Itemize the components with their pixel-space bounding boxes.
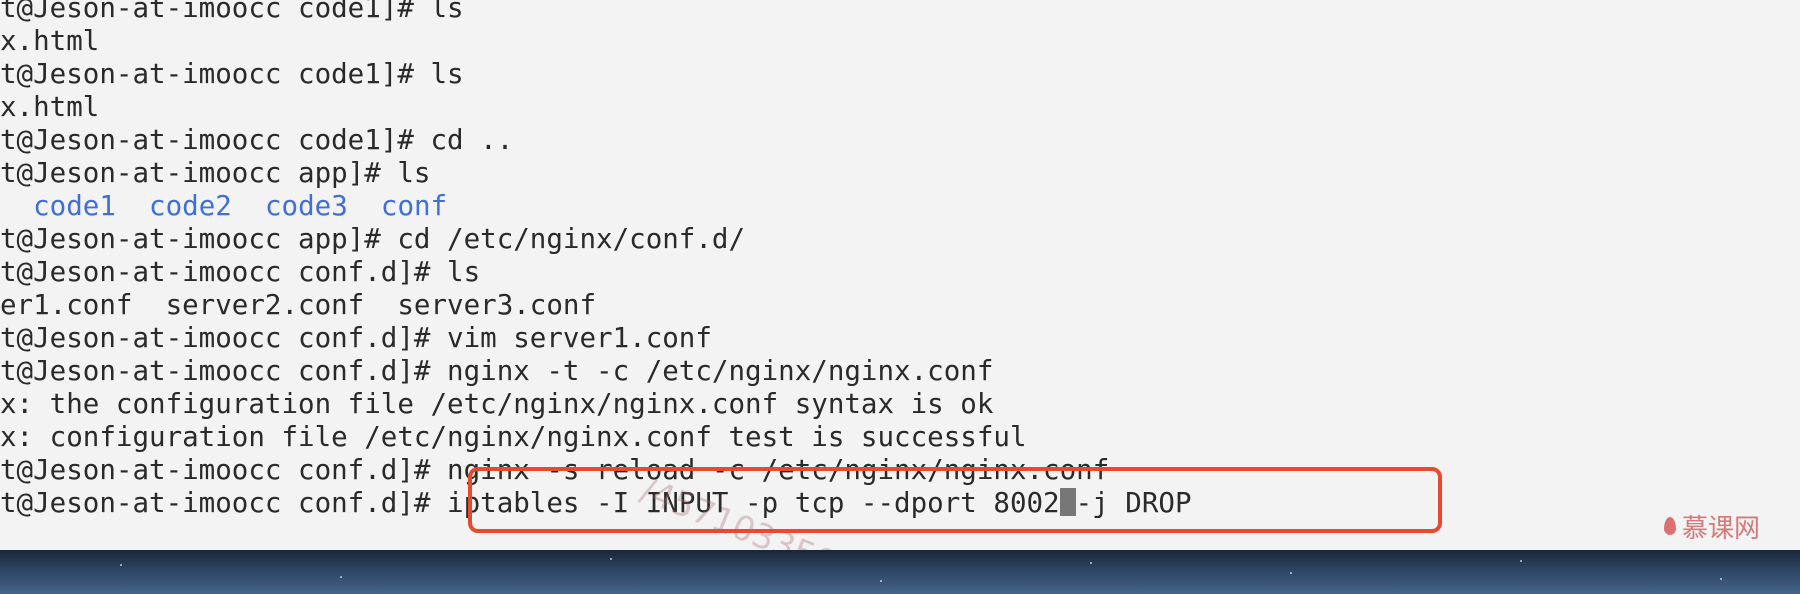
star-dot [120, 564, 122, 566]
terminal-line: t@Jeson-at-imoocc conf.d]# ls [0, 256, 481, 288]
dir-code1: code1 [33, 190, 116, 222]
terminal-line: x: the configuration file /etc/nginx/ngi… [0, 388, 994, 420]
star-dot [1520, 560, 1522, 562]
star-dot [880, 580, 882, 582]
star-dot [610, 558, 612, 560]
command-prompt: t@Jeson-at-imoocc conf.d]# [0, 487, 431, 519]
star-dot [1090, 562, 1092, 564]
dir-conf: conf [380, 190, 448, 222]
flame-icon [1662, 515, 1678, 539]
desktop-background [0, 550, 1800, 594]
terminal-line: t@Jeson-at-imoocc conf.d]# nginx -t -c /… [0, 355, 994, 387]
terminal-line: t@Jeson-at-imoocc app]# ls [0, 157, 431, 189]
brand-logo: 慕课网 [1662, 508, 1760, 545]
terminal-line: t@Jeson-at-imoocc code1]# ls [0, 58, 464, 90]
command-highlight-box [468, 467, 1442, 533]
dir-code3: code3 [264, 190, 348, 222]
star-dot [1290, 572, 1292, 574]
terminal-line: t@Jeson-at-imoocc conf.d]# vim server1.c… [0, 322, 712, 354]
terminal-line: x: configuration file /etc/nginx/nginx.c… [0, 421, 1027, 453]
terminal-output: t@Jeson-at-imoocc code1]# ls x.html t@Je… [0, 0, 1192, 520]
directory-listing: code1 code2 code3 conf [0, 190, 1192, 223]
terminal-line: t@Jeson-at-imoocc code1]# ls [0, 0, 464, 24]
terminal-line: x.html [0, 25, 100, 57]
terminal-line: x.html [0, 91, 100, 123]
star-dot [1720, 578, 1722, 580]
logo-text: 慕课网 [1682, 514, 1761, 544]
dir-code2: code2 [149, 190, 232, 222]
listing-indent [0, 190, 33, 222]
terminal-line: t@Jeson-at-imoocc code1]# cd .. [0, 124, 514, 156]
star-dot [340, 576, 342, 578]
terminal-line: er1.conf server2.conf server3.conf [0, 289, 597, 321]
terminal-window[interactable]: t@Jeson-at-imoocc code1]# ls x.html t@Je… [0, 0, 1800, 550]
terminal-line: t@Jeson-at-imoocc app]# cd /etc/nginx/co… [0, 223, 746, 255]
